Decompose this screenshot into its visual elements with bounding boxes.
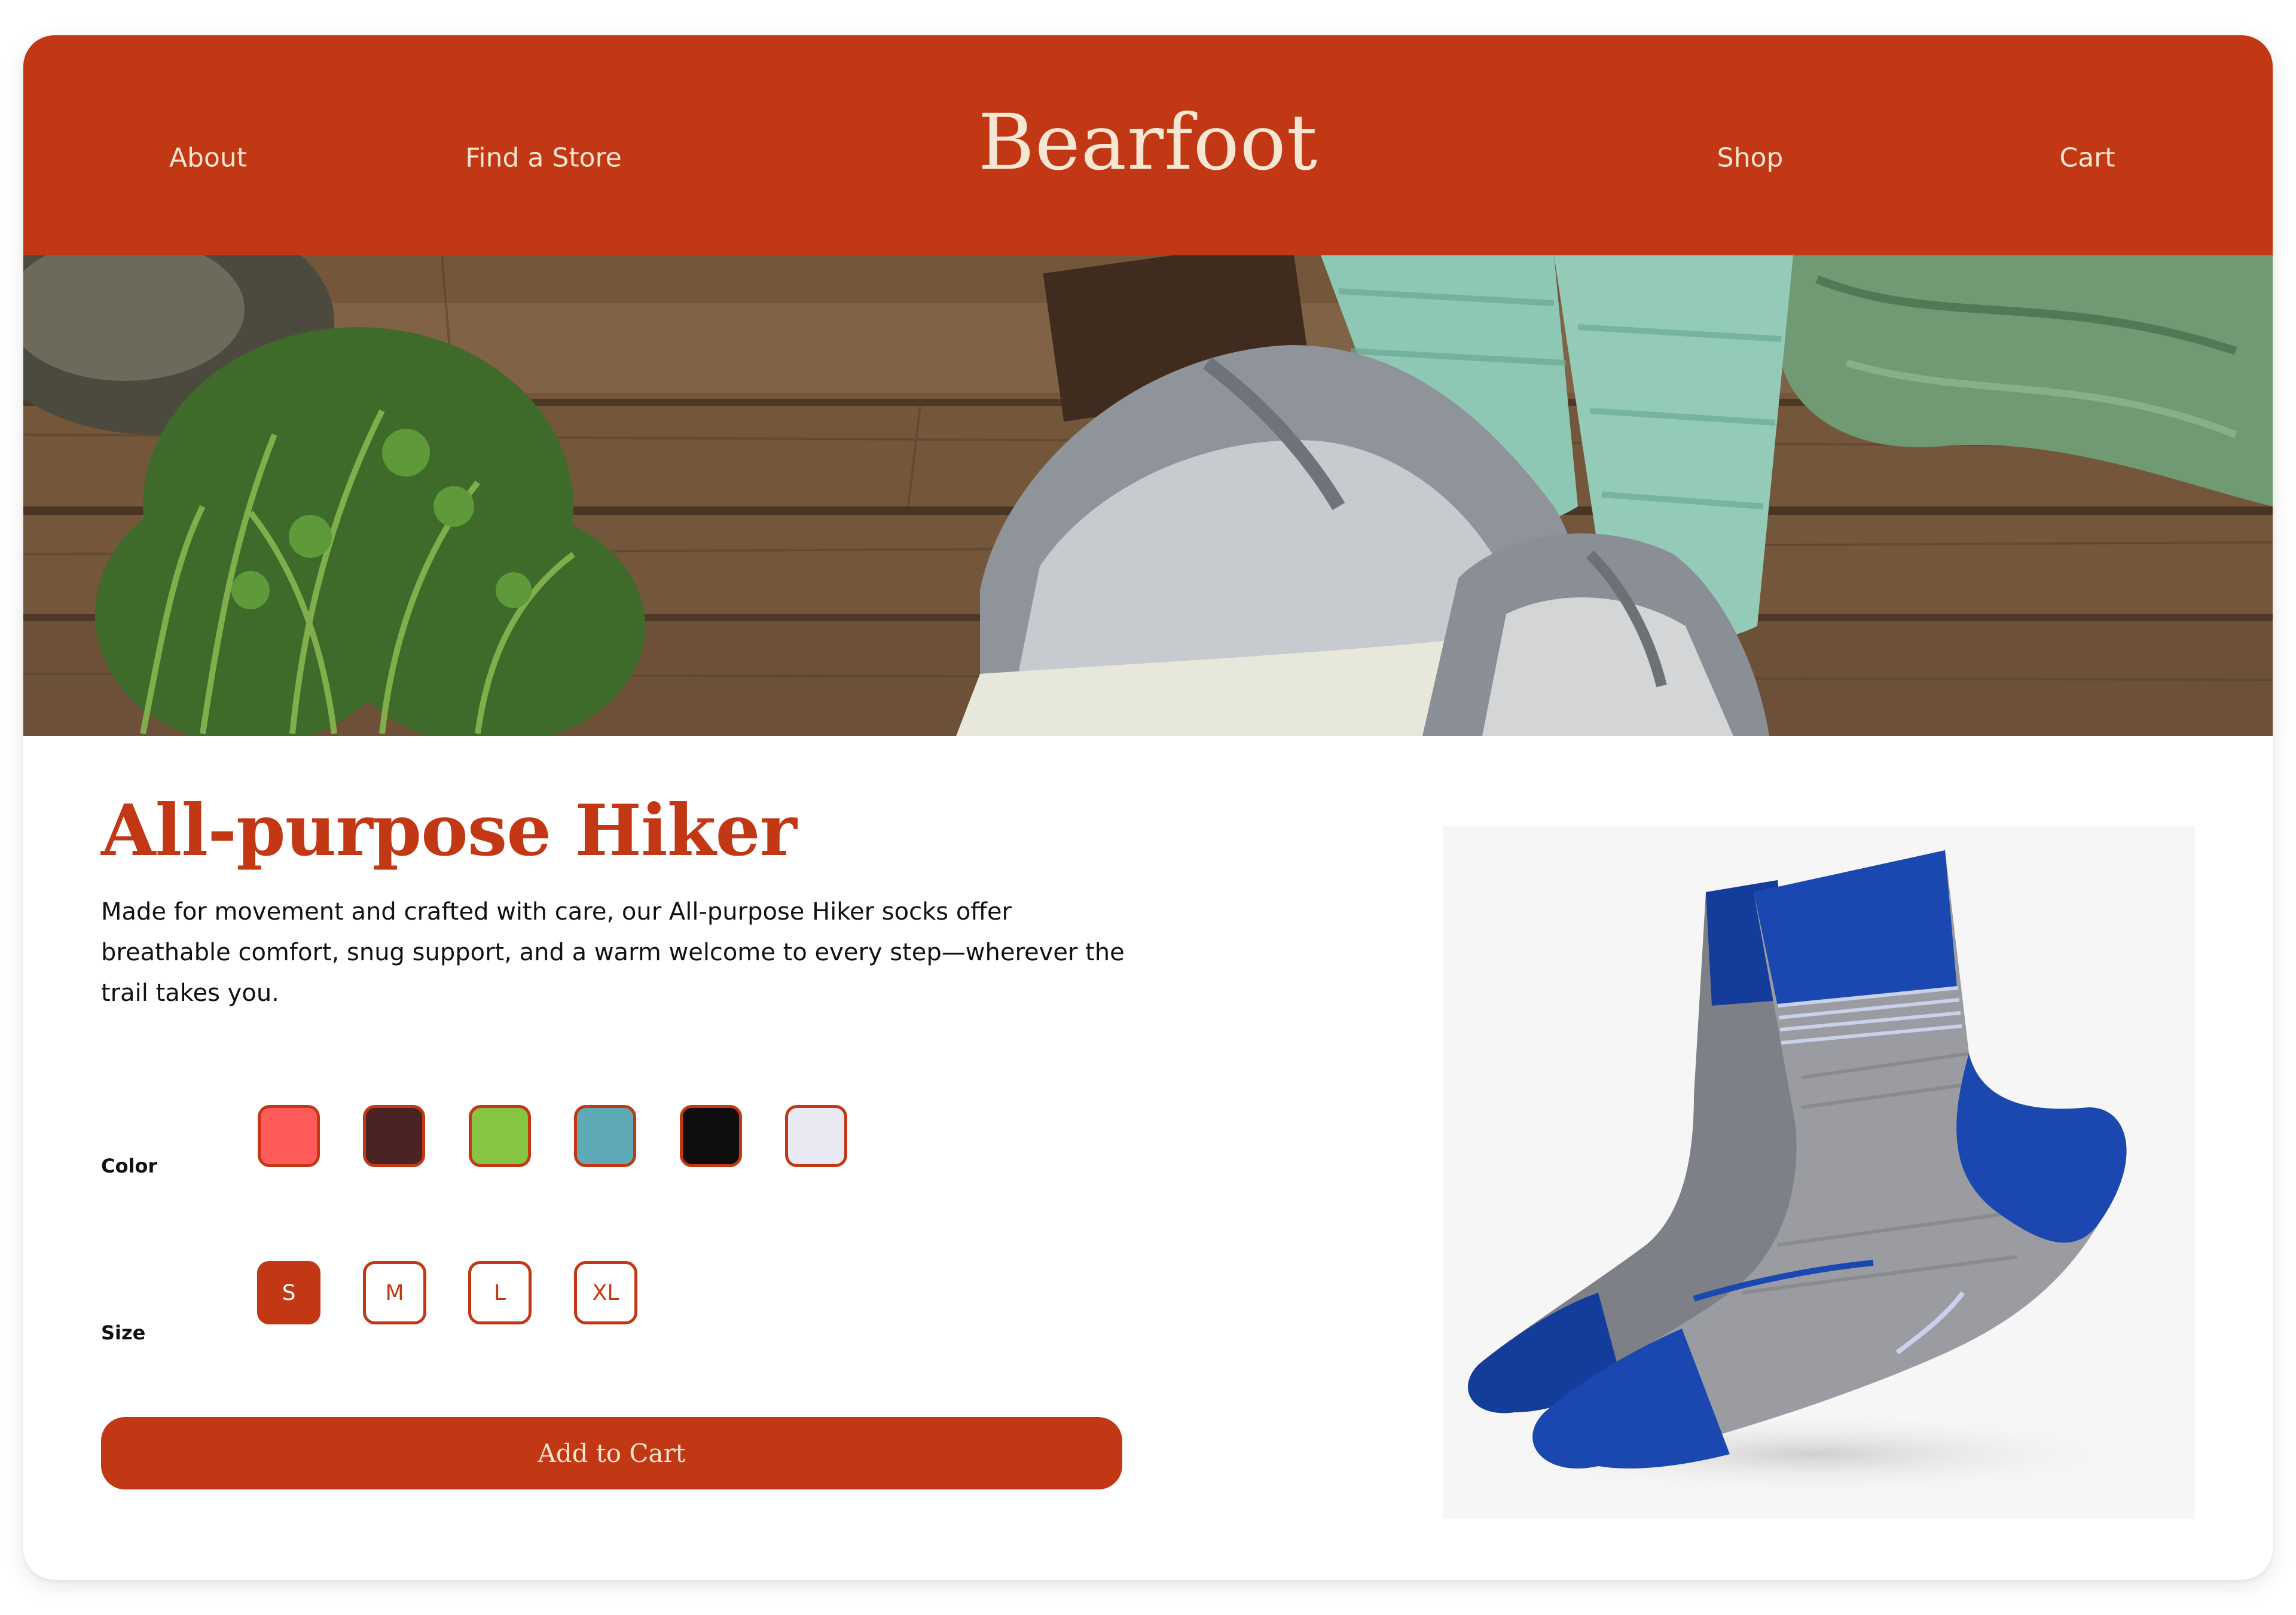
nav-find-a-store-link[interactable]: Find a Store bbox=[465, 143, 621, 173]
brand-logo[interactable]: Bearfoot bbox=[978, 99, 1318, 188]
product-title: All-purpose Hiker bbox=[101, 789, 797, 872]
add-to-cart-button[interactable]: Add to Cart bbox=[101, 1417, 1122, 1489]
hero-image bbox=[23, 255, 2273, 736]
color-swatch-black[interactable] bbox=[680, 1105, 742, 1167]
nav-cart-link[interactable]: Cart bbox=[2059, 143, 2115, 173]
size-option-l[interactable]: L bbox=[468, 1261, 532, 1324]
color-swatch-teal[interactable] bbox=[574, 1105, 636, 1167]
size-option-m[interactable]: M bbox=[363, 1261, 426, 1324]
product-description: Made for movement and crafted with care,… bbox=[101, 898, 1125, 1007]
color-swatch-white[interactable] bbox=[785, 1105, 847, 1167]
site-header: About Find a Store Bearfoot Shop Cart bbox=[23, 35, 2273, 255]
color-label: Color bbox=[101, 1155, 158, 1177]
size-option-xl[interactable]: XL bbox=[574, 1261, 637, 1324]
color-swatch-brown[interactable] bbox=[363, 1105, 425, 1167]
nav-shop-link[interactable]: Shop bbox=[1717, 143, 1784, 173]
product-page: About Find a Store Bearfoot Shop Cart Al… bbox=[23, 35, 2273, 1580]
product-image bbox=[1443, 826, 2195, 1519]
size-label: Size bbox=[101, 1321, 146, 1344]
color-swatch-coral[interactable] bbox=[258, 1105, 320, 1167]
nav-about-link[interactable]: About bbox=[169, 143, 247, 173]
color-swatch-green[interactable] bbox=[469, 1105, 531, 1167]
size-option-s[interactable]: S bbox=[257, 1261, 320, 1324]
